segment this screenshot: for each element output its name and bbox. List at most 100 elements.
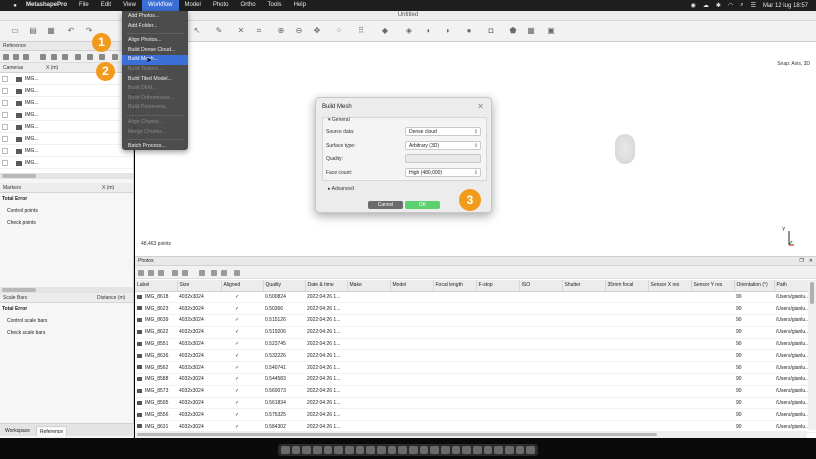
remove-icon[interactable] — [158, 270, 164, 276]
table-row[interactable]: IMG_8562 4032x3024 ✓ 0.540741 2022:04:26 1..… — [135, 361, 816, 375]
close-icon[interactable]: ✕ — [477, 102, 484, 111]
menu-item-align-photos[interactable]: Align Photos... — [122, 36, 188, 46]
list-item[interactable]: Check scale bars — [0, 327, 133, 339]
menu-workflow[interactable]: Workflow — [141, 0, 179, 11]
surface-type-select[interactable]: Arbitrary (3D) ⇕ — [405, 141, 481, 150]
navigation-icon[interactable]: ↖ — [192, 26, 202, 36]
control-center-icon[interactable]: ☰ — [751, 2, 756, 9]
undo-icon[interactable]: ↶ — [66, 26, 76, 36]
new-document-icon[interactable]: ▭ — [10, 26, 20, 36]
camera-checkbox[interactable] — [2, 136, 8, 142]
dock-app-icon[interactable] — [526, 446, 536, 454]
dock-app-icon[interactable] — [313, 446, 322, 454]
general-section-toggle[interactable]: ▾ General — [328, 117, 350, 123]
list-item[interactable]: IMG... — [0, 157, 133, 169]
scalebars-col-distance[interactable]: Distance (m) — [97, 293, 125, 303]
mesh-shaded-icon[interactable]: ◆ — [380, 26, 390, 36]
col-sensor-y[interactable]: Sensor Y res — [691, 280, 735, 292]
tab-reference[interactable]: Reference — [36, 426, 68, 436]
source-data-select[interactable]: Dense cloud ⇕ — [405, 127, 481, 136]
list-item[interactable]: IMG... — [0, 97, 133, 109]
menu-photo[interactable]: Photo — [207, 0, 235, 11]
camera-checkbox[interactable] — [2, 76, 8, 82]
convert-icon[interactable] — [23, 54, 29, 60]
col-model[interactable]: Model — [390, 280, 434, 292]
list-item[interactable]: Control points — [0, 205, 133, 217]
col-make[interactable]: Make — [347, 280, 391, 292]
menu-view[interactable]: View — [117, 0, 142, 11]
dock-app-icon[interactable] — [323, 446, 333, 454]
dock-app-icon[interactable] — [505, 446, 514, 454]
photos-vertical-scrollbar[interactable] — [808, 280, 816, 430]
redo-icon[interactable]: ↷ — [84, 26, 94, 36]
star-icon[interactable] — [51, 54, 57, 60]
dock-app-icon[interactable] — [355, 446, 365, 454]
col-iso[interactable]: ISO — [519, 280, 563, 292]
details-icon[interactable] — [221, 270, 227, 276]
view-estimated-icon[interactable] — [87, 54, 93, 60]
rotate-right-icon[interactable] — [182, 270, 188, 276]
face-count-select[interactable]: High (480,000) ⇕ — [405, 168, 481, 177]
dock-app-icon[interactable] — [377, 446, 386, 454]
bluetooth-icon[interactable]: ✱ — [716, 2, 721, 9]
mesh-solid-icon[interactable]: ◈ — [404, 26, 414, 36]
open-folder-icon[interactable]: ▤ — [28, 26, 38, 36]
cameras-col-x[interactable]: X (m) — [46, 63, 58, 73]
cloud-icon[interactable]: ☁ — [703, 2, 709, 9]
table-row[interactable]: IMG_8595 4032x3024 ✓ 0.561834 2022:04:26 1..… — [135, 397, 816, 410]
table-row[interactable]: IMG_8573 4032x3024 ✓ 0.560073 2022:04:26 1..… — [135, 385, 816, 398]
dock-app-icon[interactable] — [430, 446, 440, 454]
dock-app-icon[interactable] — [483, 446, 493, 454]
photos-horizontal-scrollbar[interactable] — [135, 431, 807, 438]
texture-icon[interactable]: ◐ — [424, 26, 434, 36]
camera-checkbox[interactable] — [2, 148, 8, 154]
image-icon[interactable] — [211, 270, 217, 276]
dock-app-icon[interactable] — [366, 446, 376, 454]
cancel-button[interactable]: Cancel — [368, 201, 403, 209]
reset-view-icon[interactable]: ▣ — [546, 26, 556, 36]
markers-col-label[interactable]: Markers — [3, 183, 21, 193]
table-row[interactable]: IMG_8588 4032x3024 ✓ 0.544583 2022:04:26 1..… — [135, 373, 816, 386]
camera-checkbox[interactable] — [2, 100, 8, 106]
table-row[interactable]: IMG_8636 4032x3024 ✓ 0.532226 2022:04:26 1..… — [135, 349, 816, 363]
save-icon[interactable]: ▦ — [46, 26, 56, 36]
table-row[interactable]: IMG_8618 4032x3024 ✓ 0.500824 2022:04:26 1..… — [135, 291, 816, 304]
advanced-section-toggle[interactable]: ▸ Advanced — [328, 186, 354, 192]
list-item[interactable]: IMG... — [0, 121, 133, 133]
list-item[interactable]: Control scale bars — [0, 315, 133, 327]
shape-icon[interactable]: ⬟ — [508, 26, 518, 36]
search-icon[interactable]: ⌕ — [740, 2, 743, 9]
markers-col-x[interactable]: X (m) — [102, 183, 114, 193]
menu-item-build-tiled-model[interactable]: Build Tiled Model... — [122, 75, 188, 85]
table-row[interactable]: IMG_8623 4032x3024 ✓ 0.50366 2022:04:26 1...… — [135, 302, 816, 316]
dock-app-icon[interactable] — [451, 446, 461, 454]
settings-icon[interactable] — [112, 54, 118, 60]
zoom-in-icon[interactable]: ⊕ — [276, 26, 286, 36]
cameras-col-label[interactable]: Cameras — [3, 63, 23, 73]
calculator-icon[interactable] — [40, 54, 46, 60]
table-row[interactable]: IMG_8556 4032x3024 ✓ 0.575325 2022:04:26 1..… — [135, 408, 816, 422]
camera-checkbox[interactable] — [2, 124, 8, 130]
dock-app-icon[interactable] — [387, 446, 397, 454]
menu-item-build-mesh[interactable]: Build Mesh... ➤ — [122, 55, 188, 65]
table-row[interactable]: IMG_8622 4032x3024 ✓ 0.519206 2022:04:26 1..… — [135, 326, 816, 339]
float-panel-icon[interactable]: ❐ — [800, 257, 804, 266]
table-row[interactable]: IMG_8551 4032x3024 ✓ 0.523745 2022:04:26 1..… — [135, 338, 816, 351]
sphere-icon[interactable]: ● — [464, 26, 474, 36]
dock-app-icon[interactable] — [281, 446, 290, 454]
menu-model[interactable]: Model — [179, 0, 207, 11]
camera-list-scrollbar[interactable] — [0, 173, 133, 179]
apple-icon[interactable]: ● — [10, 3, 20, 9]
dock-app-icon[interactable] — [441, 446, 450, 454]
menu-item-add-folder[interactable]: Add Folder... — [122, 22, 188, 32]
col-focal[interactable]: Focal length — [433, 280, 477, 292]
col-date[interactable]: Date & time — [305, 280, 348, 292]
scalebars-col-label[interactable]: Scale Bars — [3, 293, 27, 303]
export-icon[interactable] — [13, 54, 19, 60]
dock-app-icon[interactable] — [409, 446, 418, 454]
dock-app-icon[interactable] — [515, 446, 525, 454]
table-row[interactable]: IMG_8639 4032x3024 ✓ 0.515126 2022:04:26 1..… — [135, 314, 816, 327]
col-orientation[interactable]: Orientation (°) — [734, 280, 775, 292]
record-icon[interactable]: ◉ — [691, 2, 696, 9]
list-item[interactable]: Check points — [0, 217, 133, 229]
